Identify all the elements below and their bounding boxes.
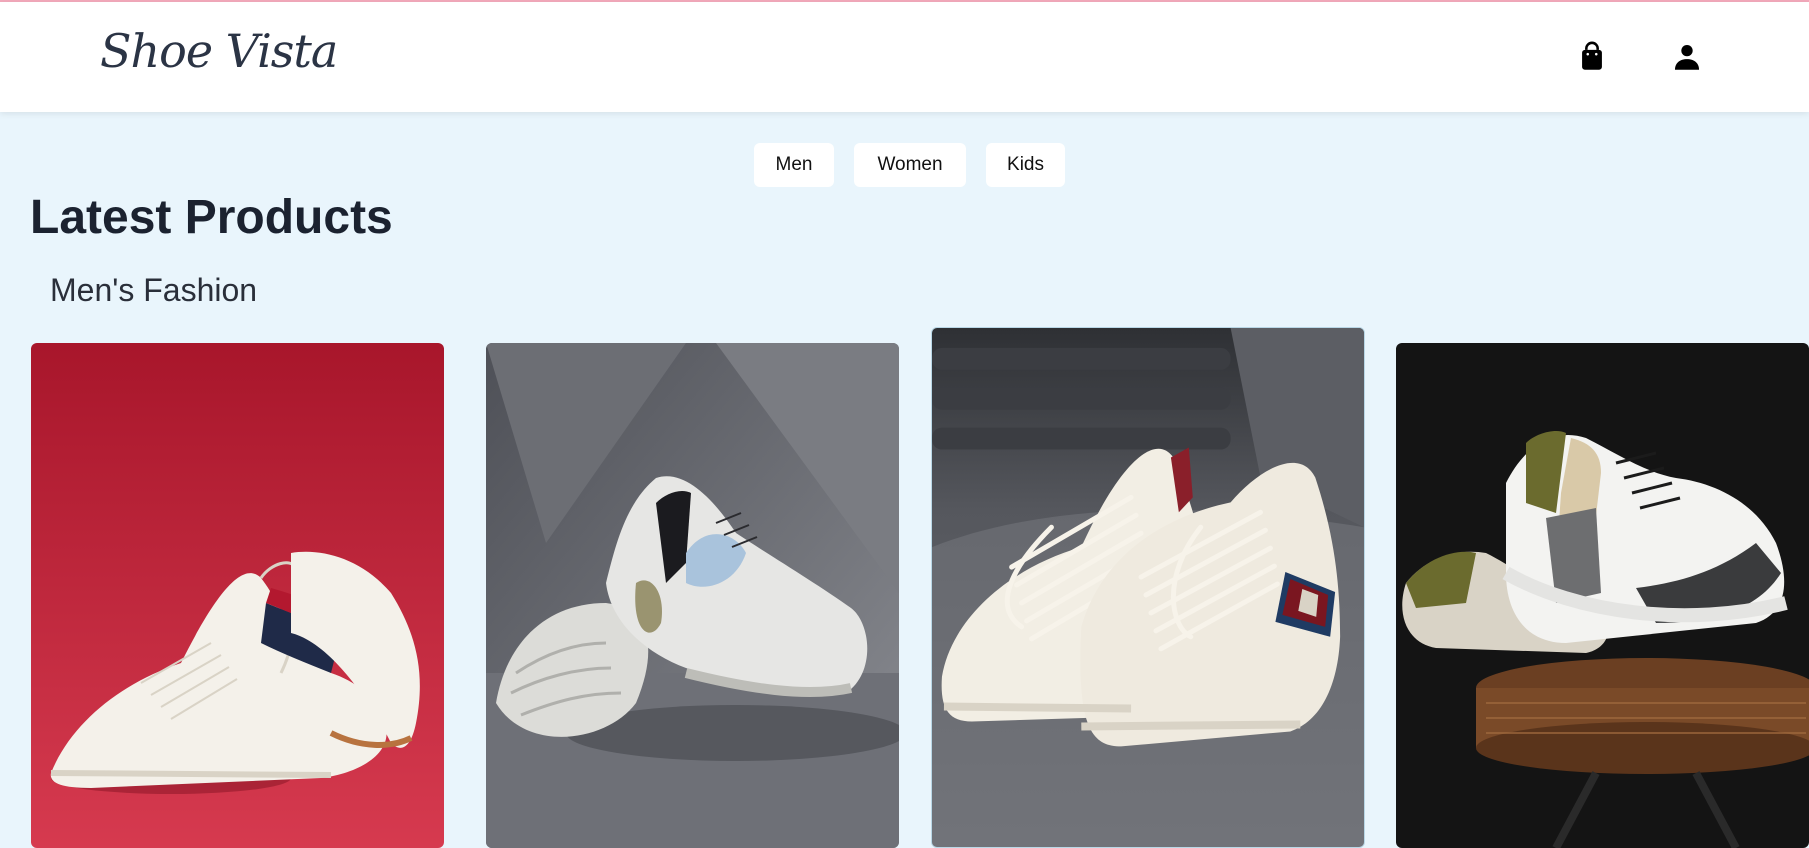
product-card[interactable] — [31, 343, 444, 848]
product-image — [31, 343, 444, 848]
product-card[interactable] — [486, 343, 899, 848]
brand-logo[interactable]: Shoe Vista — [100, 24, 338, 78]
category-men-button[interactable]: Men — [754, 143, 834, 187]
cart-button[interactable] — [1575, 40, 1609, 74]
product-image — [932, 328, 1364, 847]
category-women-button[interactable]: Women — [854, 143, 966, 187]
section-title: Men's Fashion — [50, 272, 258, 308]
product-card[interactable] — [931, 327, 1365, 848]
category-nav: Men Women Kids — [754, 143, 1065, 187]
page-title: Latest Products — [30, 191, 393, 244]
user-icon — [1670, 44, 1704, 78]
product-image — [1396, 343, 1809, 848]
product-image — [486, 343, 899, 848]
shopping-bag-icon — [1575, 41, 1609, 78]
account-button[interactable] — [1670, 40, 1704, 74]
category-kids-button[interactable]: Kids — [986, 143, 1065, 187]
site-header: Shoe Vista — [0, 2, 1809, 112]
product-card[interactable] — [1396, 343, 1809, 848]
